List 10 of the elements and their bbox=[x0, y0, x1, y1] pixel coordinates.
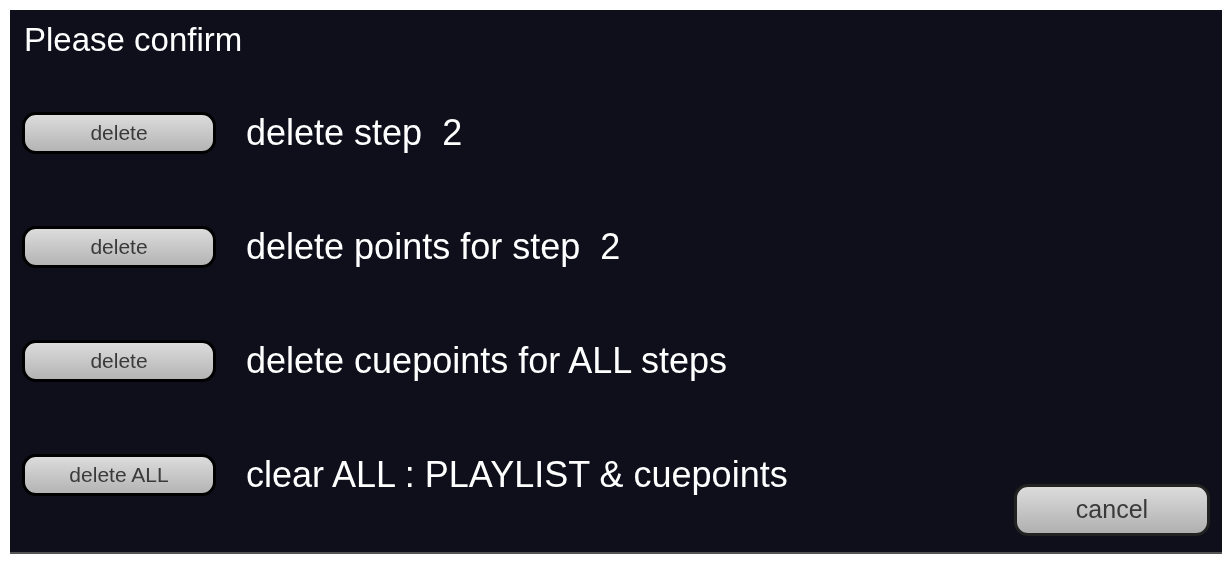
cancel-button[interactable]: cancel bbox=[1014, 484, 1210, 536]
row-label: delete points for step 2 bbox=[246, 225, 621, 269]
delete-button[interactable]: delete bbox=[22, 112, 216, 154]
row-label: delete cuepoints for ALL steps bbox=[246, 339, 727, 383]
delete-button[interactable]: delete bbox=[22, 226, 216, 268]
delete-button[interactable]: delete ALL bbox=[22, 454, 216, 496]
dialog-title: Please confirm bbox=[24, 20, 243, 60]
delete-button[interactable]: delete bbox=[22, 340, 216, 382]
row-label: clear ALL : PLAYLIST & cuepoints bbox=[246, 453, 788, 497]
row-label: delete step 2 bbox=[246, 111, 463, 155]
